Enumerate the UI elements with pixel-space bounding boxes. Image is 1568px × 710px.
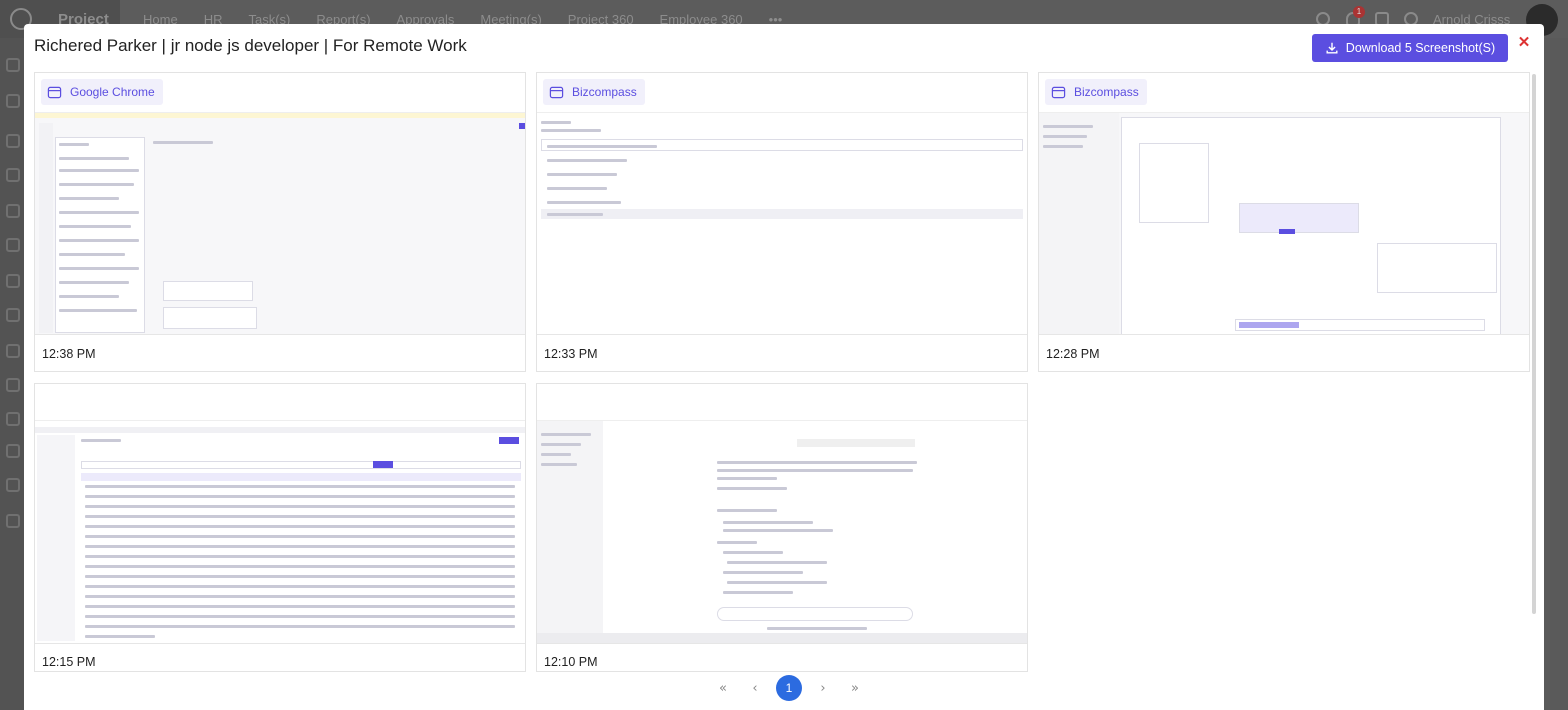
modal-title: Richered Parker | jr node js developer |… <box>34 36 467 55</box>
sidebar-icon[interactable] <box>6 344 20 358</box>
page-button-current[interactable]: 1 <box>776 675 802 701</box>
capture-time: 12:38 PM <box>42 347 96 361</box>
sidebar-icon[interactable] <box>6 94 20 108</box>
screenshot-thumbnail[interactable] <box>537 420 1027 644</box>
sidebar-icon[interactable] <box>6 514 20 528</box>
next-page-button[interactable]: › <box>812 677 834 699</box>
capture-time: 12:33 PM <box>544 347 598 361</box>
sidebar-icon[interactable] <box>6 168 20 182</box>
screenshot-thumbnail[interactable] <box>537 112 1027 335</box>
screenshot-thumbnail[interactable] <box>1039 112 1529 335</box>
capture-time: 12:28 PM <box>1046 347 1100 361</box>
close-button[interactable]: ✕ <box>1515 34 1533 52</box>
download-label: Download 5 Screenshot(S) <box>1345 41 1496 55</box>
sidebar-icon[interactable] <box>6 238 20 252</box>
app-tag: Bizcompass <box>1045 79 1147 105</box>
first-page-button[interactable]: « <box>712 677 734 699</box>
sidebar-icon[interactable] <box>6 378 20 392</box>
app-name: Bizcompass <box>572 85 637 99</box>
sidebar-icon[interactable] <box>6 412 20 426</box>
sidebar-icon[interactable] <box>6 58 20 72</box>
sidebar-icon[interactable] <box>6 134 20 148</box>
window-icon <box>47 86 62 98</box>
screenshot-card[interactable]: 12:10 PM <box>536 383 1028 672</box>
capture-time: 12:15 PM <box>42 655 96 669</box>
app-name: Bizcompass <box>1074 85 1139 99</box>
window-icon <box>549 86 564 98</box>
sidebar-icon[interactable] <box>6 204 20 218</box>
screenshot-thumbnail[interactable] <box>35 420 525 644</box>
capture-time: 12:10 PM <box>544 655 598 669</box>
sidebar-icon[interactable] <box>6 444 20 458</box>
download-icon <box>1326 42 1338 54</box>
screenshots-modal: Richered Parker | jr node js developer |… <box>24 24 1544 710</box>
download-screenshots-button[interactable]: Download 5 Screenshot(S) <box>1312 34 1508 62</box>
app-tag: Bizcompass <box>543 79 645 105</box>
gallery-scrollbar[interactable] <box>1532 74 1536 614</box>
screenshot-card[interactable]: 12:15 PM <box>34 383 526 672</box>
notification-badge: 1 <box>1353 6 1365 18</box>
app-name: Google Chrome <box>70 85 155 99</box>
screenshot-card[interactable]: Bizcompass 12:33 PM <box>536 72 1028 372</box>
screenshot-card[interactable]: Google Chrome 12:38 PM <box>34 72 526 372</box>
pagination: « ‹ 1 › » <box>712 675 866 701</box>
sidebar-icon[interactable] <box>6 274 20 288</box>
sidebar-icon[interactable] <box>6 308 20 322</box>
last-page-button[interactable]: » <box>844 677 866 699</box>
window-icon <box>1051 86 1066 98</box>
screenshot-gallery: Google Chrome 12:38 PM Bizcompass 12:33 … <box>34 72 1532 672</box>
app-sidebar <box>0 38 25 710</box>
app-tag: Google Chrome <box>41 79 163 105</box>
sidebar-icon[interactable] <box>6 478 20 492</box>
screenshot-card[interactable]: Bizcompass 12:28 PM <box>1038 72 1530 372</box>
previous-page-button[interactable]: ‹ <box>744 677 766 699</box>
screenshot-thumbnail[interactable] <box>35 112 525 335</box>
right-panel-edge <box>1544 38 1568 710</box>
